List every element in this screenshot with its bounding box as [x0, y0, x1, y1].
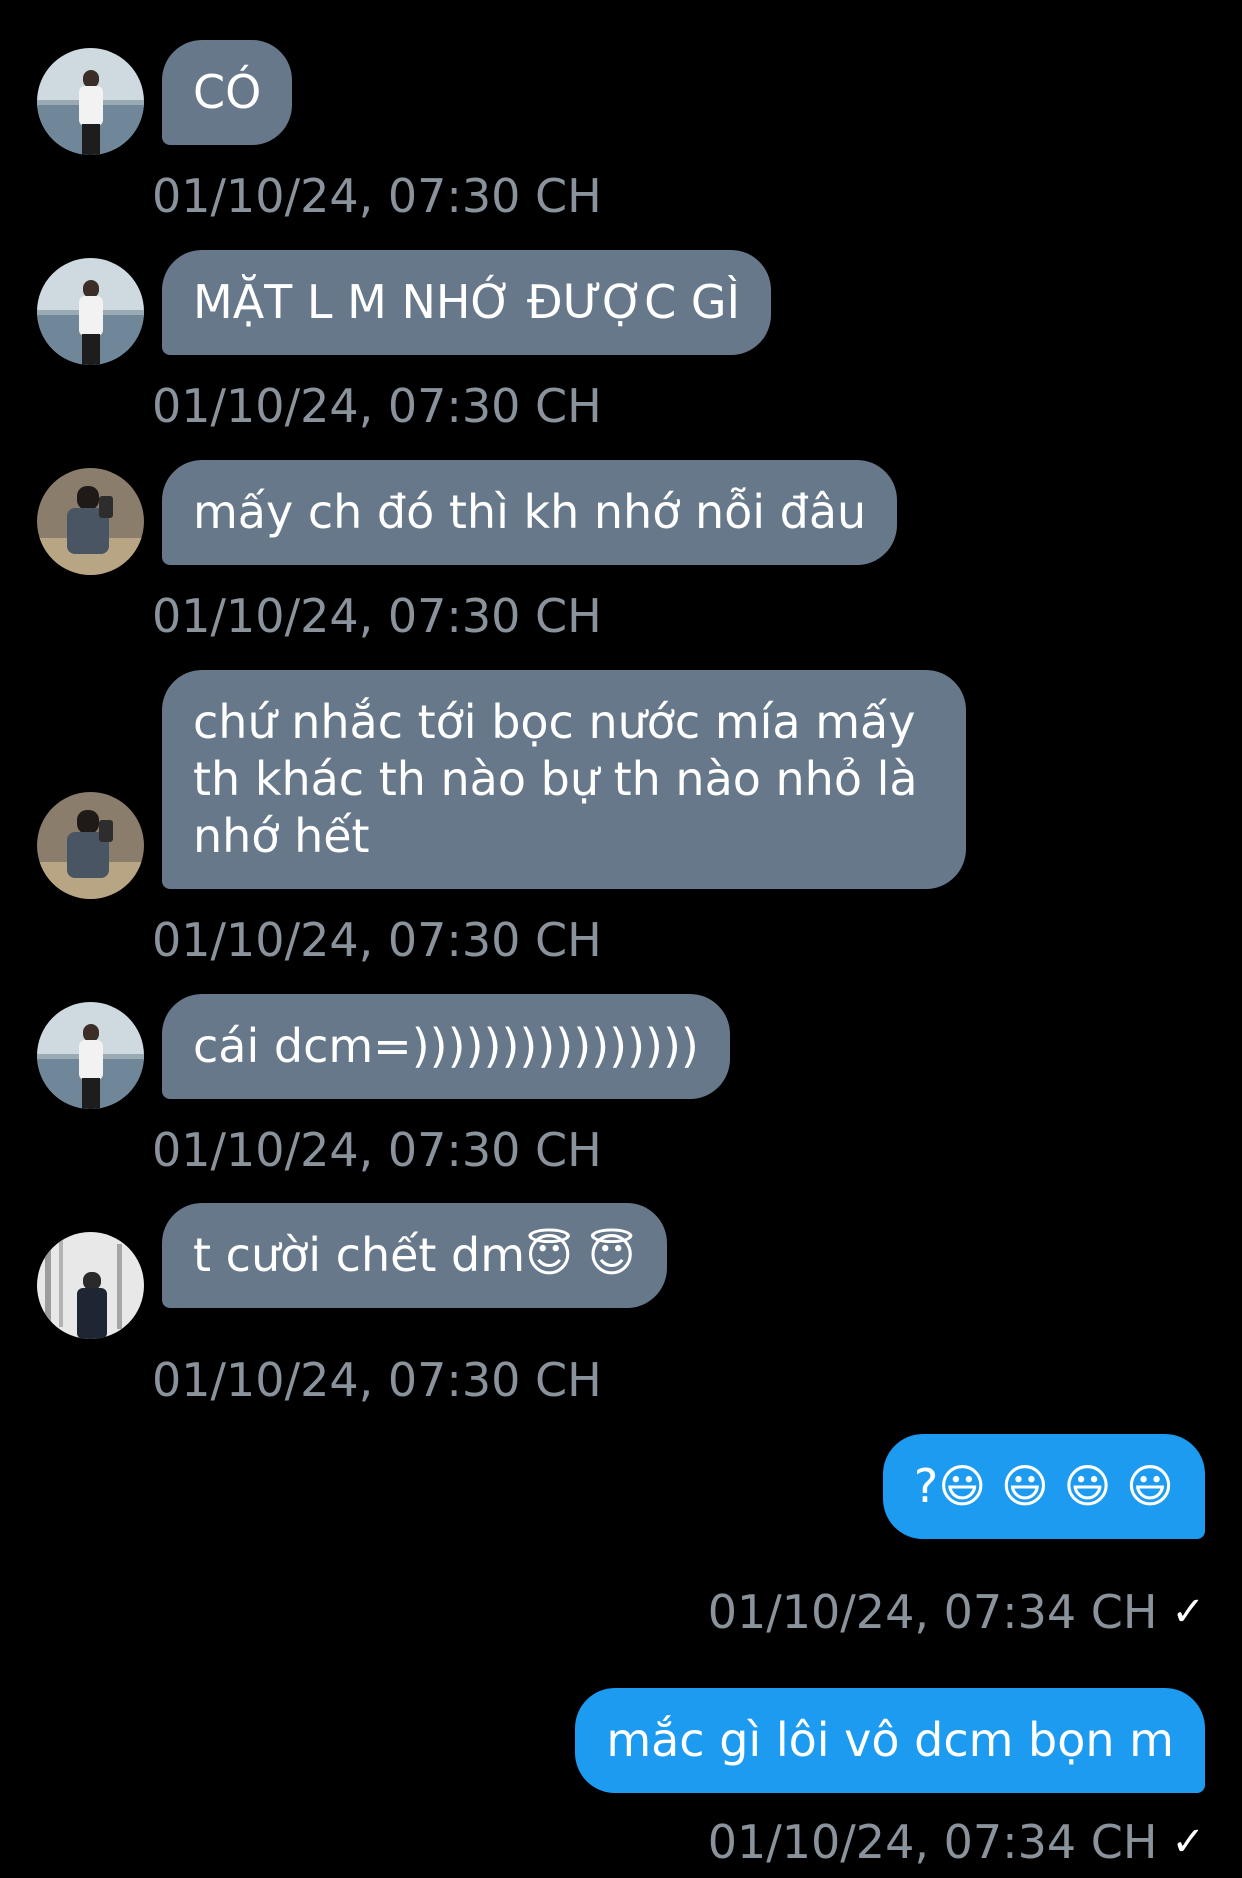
- message-timestamp: 01/10/24, 07:34 CH ✓: [708, 1584, 1205, 1640]
- message-bubble[interactable]: CÓ: [162, 40, 293, 145]
- avatar[interactable]: [37, 48, 144, 155]
- avatar-photo-sea: [37, 1002, 144, 1109]
- avatar[interactable]: [37, 1002, 144, 1109]
- checkmark-icon: ✓: [1171, 1589, 1205, 1635]
- message-timestamp: 01/10/24, 07:34 CH ✓: [708, 1814, 1205, 1870]
- avatar-photo-sea: [37, 258, 144, 365]
- avatar[interactable]: [37, 468, 144, 575]
- message-bubble-outgoing[interactable]: ?😃 😃 😃 😃: [882, 1434, 1205, 1539]
- message-timestamp: 01/10/24, 07:30 CH: [152, 1353, 602, 1407]
- message-bubble-outgoing[interactable]: mắc gì lôi vô dcm bọn m: [575, 1688, 1205, 1793]
- avatar[interactable]: [37, 258, 144, 365]
- message-bubble[interactable]: t cười chết dm😇 😇: [162, 1203, 667, 1308]
- message-timestamp: 01/10/24, 07:30 CH: [152, 379, 602, 433]
- message-timestamp: 01/10/24, 07:30 CH: [152, 913, 602, 967]
- avatar[interactable]: [37, 792, 144, 899]
- message-bubble[interactable]: MẶT L M NHỚ ĐƯỢC GÌ: [162, 250, 772, 355]
- message-bubble[interactable]: chứ nhắc tới bọc nước mía mấy th khác th…: [162, 670, 966, 889]
- message-timestamp-text: 01/10/24, 07:34 CH: [707, 1815, 1158, 1869]
- avatar-photo-selfie: [37, 468, 144, 575]
- message-bubble[interactable]: mấy ch đó thì kh nhớ nỗi đâu: [162, 460, 898, 565]
- message-timestamp: 01/10/24, 07:30 CH: [152, 169, 602, 223]
- checkmark-icon: ✓: [1171, 1819, 1205, 1865]
- message-bubble[interactable]: cái dcm=)))))))))))))))): [162, 994, 730, 1099]
- avatar-photo-trees: [37, 1232, 144, 1339]
- avatar-photo-selfie: [37, 792, 144, 899]
- message-timestamp: 01/10/24, 07:30 CH: [152, 1123, 602, 1177]
- avatar[interactable]: [37, 1232, 144, 1339]
- avatar-photo-sea: [37, 48, 144, 155]
- message-timestamp: 01/10/24, 07:30 CH: [152, 589, 602, 643]
- message-timestamp-text: 01/10/24, 07:34 CH: [707, 1585, 1158, 1639]
